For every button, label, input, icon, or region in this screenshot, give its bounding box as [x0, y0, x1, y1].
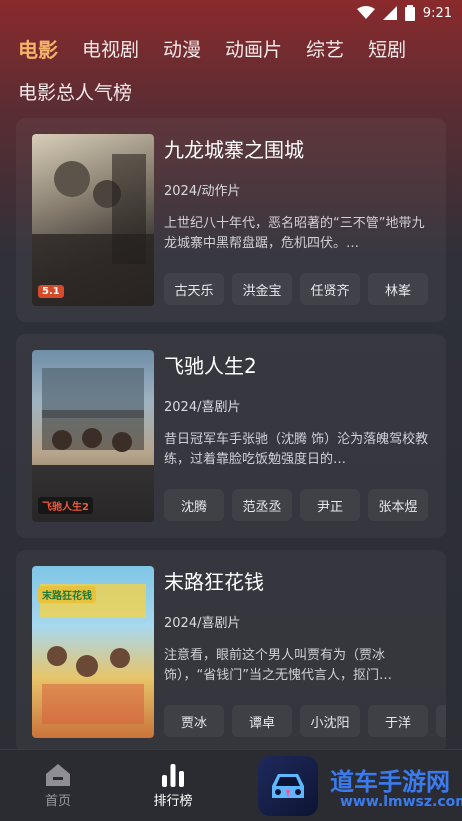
cast-chip[interactable]: 范丞丞 [232, 489, 292, 521]
movie-poster[interactable]: 5.1 [32, 134, 154, 306]
cast-chip[interactable]: 谭卓 [232, 705, 292, 737]
cast-chip[interactable]: 董 [436, 705, 446, 737]
cast-chip[interactable]: 张本煜 [368, 489, 428, 521]
battery-icon [404, 5, 415, 21]
tab-short-drama[interactable]: 短剧 [368, 35, 406, 62]
nav-rank-label: 排行榜 [153, 794, 193, 809]
poster-tag: 5.1 [38, 285, 64, 298]
cast-chip[interactable]: 贾冰 [164, 705, 224, 737]
cast-chip[interactable]: 林峯 [368, 273, 428, 305]
tab-cartoon[interactable]: 动画片 [225, 35, 282, 62]
cast-chip[interactable]: 小沈阳 [300, 705, 360, 737]
nav-home-label: 首页 [44, 794, 71, 809]
movie-poster[interactable]: 末路狂花钱 [32, 566, 154, 738]
car-icon [272, 774, 304, 798]
cast-chip[interactable]: 洪金宝 [232, 273, 292, 305]
movie-card[interactable]: 末路狂花钱 末路狂花钱 2024/喜剧片 注意看，眼前这个男人叫贾有为（贾冰 饰… [16, 550, 446, 754]
bottom-nav: 首页 排行榜 道车手游网 www.lmwsz.com [0, 749, 462, 821]
movie-meta: 2024/动作片 [164, 184, 241, 199]
signal-icon [382, 6, 397, 20]
cast-chips: 沈腾 范丞丞 尹正 张本煜 [164, 489, 446, 521]
nav-home[interactable]: 首页 [18, 760, 98, 809]
tab-variety[interactable]: 综艺 [306, 35, 344, 62]
movie-title[interactable]: 末路狂花钱 [164, 566, 264, 595]
movie-description: 注意看，眼前这个男人叫贾有为（贾冰 饰），“省钱门”当之无愧代言人，抠门… [164, 648, 392, 683]
movie-card[interactable]: 5.1 九龙城寨之围城 2024/动作片 上世纪八十年代，恶名昭著的“三不管”地… [16, 118, 446, 322]
nav-rank[interactable]: 排行榜 [133, 760, 213, 809]
home-icon [18, 760, 98, 790]
poster-art [32, 154, 154, 306]
movie-meta: 2024/喜剧片 [164, 400, 241, 415]
watermark-url: www.lmwsz.com [340, 794, 462, 810]
tab-movie[interactable]: 电影 [18, 34, 58, 63]
tab-anime[interactable]: 动漫 [163, 35, 201, 62]
cast-chip[interactable]: 任贤齐 [300, 273, 360, 305]
movie-title[interactable]: 九龙城寨之围城 [164, 134, 304, 163]
poster-tag: 飞驰人生2 [38, 497, 93, 514]
cast-chip[interactable]: 尹正 [300, 489, 360, 521]
cast-chip[interactable]: 于洋 [368, 705, 428, 737]
app-logo [258, 756, 318, 816]
movie-list: 5.1 九龙城寨之围城 2024/动作片 上世纪八十年代，恶名昭著的“三不管”地… [16, 118, 446, 766]
section-title: 电影总人气榜 [18, 82, 133, 104]
status-time: 9:21 [422, 5, 452, 21]
movie-description: 上世纪八十年代，恶名昭著的“三不管”地带九龙城寨中黑帮盘踞，危机四伏。… [164, 216, 425, 251]
category-tabs: 电影 电视剧 动漫 动画片 综艺 短剧 [0, 30, 462, 66]
cast-chip[interactable]: 古天乐 [164, 273, 224, 305]
movie-description: 昔日冠军车手张驰（沈腾 饰）沦为落魄驾校教练，过着靠脸吃饭勉强度日的… [164, 432, 429, 467]
tab-tv-series[interactable]: 电视剧 [82, 35, 139, 62]
wifi-icon [356, 6, 375, 20]
watermark: 道车手游网 [330, 768, 450, 796]
bar-chart-icon [133, 760, 213, 790]
cast-chip[interactable]: 沈腾 [164, 489, 224, 521]
cast-chips: 古天乐 洪金宝 任贤齐 林峯 [164, 273, 446, 305]
cast-chips: 贾冰 谭卓 小沈阳 于洋 董 [164, 705, 446, 737]
movie-meta: 2024/喜剧片 [164, 616, 241, 631]
movie-card[interactable]: 飞驰人生2 飞驰人生2 2024/喜剧片 昔日冠军车手张驰（沈腾 饰）沦为落魄驾… [16, 334, 446, 538]
status-bar: 9:21 [0, 0, 462, 26]
movie-title[interactable]: 飞驰人生2 [164, 350, 257, 379]
poster-tag: 末路狂花钱 [38, 586, 96, 603]
movie-poster[interactable]: 飞驰人生2 [32, 350, 154, 522]
